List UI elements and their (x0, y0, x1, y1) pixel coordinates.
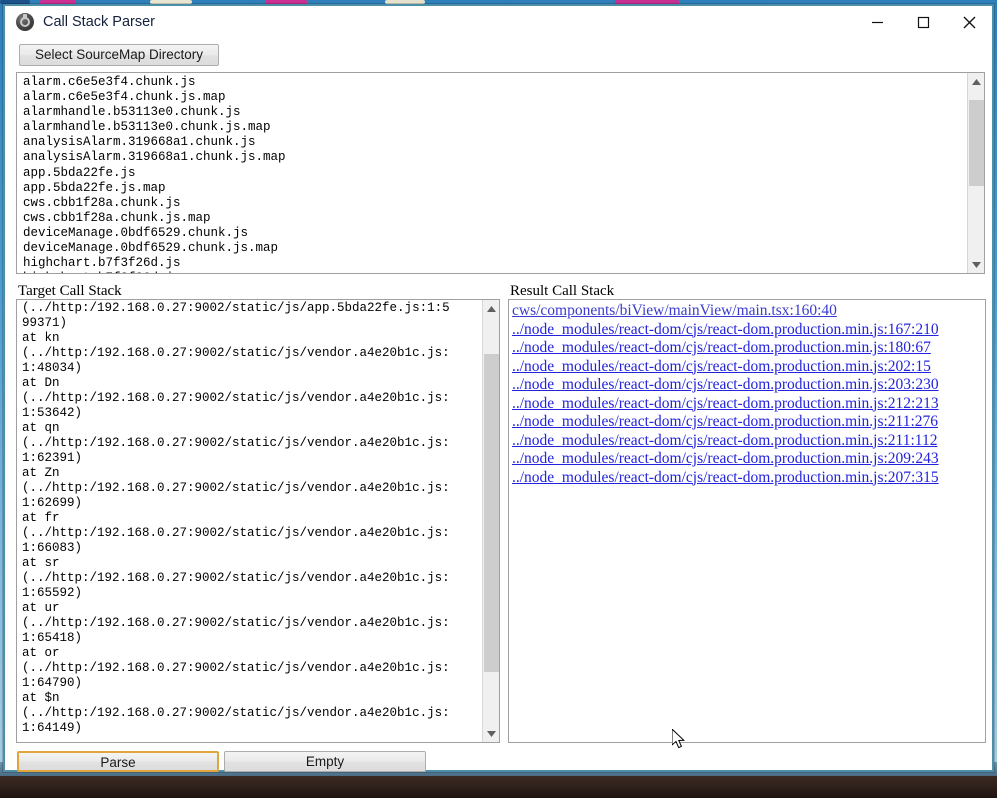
file-list-item[interactable]: cws.cbb1f28a.chunk.js (23, 196, 967, 211)
call-stack-line: (../http:/192.168.0.27:9002/static/js/ve… (22, 346, 450, 360)
call-stack-line: at kn (22, 331, 60, 345)
call-stack-line: (../http:/192.168.0.27:9002/static/js/ve… (22, 571, 450, 585)
file-list-item[interactable]: analysisAlarm.319668a1.chunk.js.map (23, 150, 967, 165)
call-stack-line: 1:64790) (22, 676, 83, 690)
call-stack-line: 1:48034) (22, 361, 83, 375)
call-stack-line: (../http:/192.168.0.27:9002/static/js/ap… (22, 301, 450, 315)
minimize-icon[interactable] (854, 6, 900, 38)
scroll-up-icon[interactable] (968, 73, 984, 90)
app-logo-icon (16, 13, 34, 31)
result-call-stack-panel[interactable]: cws/components/biView/mainView/main.tsx:… (508, 299, 986, 743)
result-call-stack-link[interactable]: ../node_modules/react-dom/cjs/react-dom.… (512, 432, 985, 451)
result-call-stack-link[interactable]: ../node_modules/react-dom/cjs/react-dom.… (512, 413, 985, 432)
footer-actions: Parse Empty (5, 746, 992, 772)
window-title: Call Stack Parser (43, 14, 156, 30)
target-call-stack-panel[interactable]: (../http:/192.168.0.27:9002/static/js/ap… (16, 299, 500, 743)
call-stack-line: 1:66083) (22, 541, 83, 555)
result-call-stack-link[interactable]: ../node_modules/react-dom/cjs/react-dom.… (512, 321, 985, 340)
result-call-stack-link[interactable]: ../node_modules/react-dom/cjs/react-dom.… (512, 358, 985, 377)
result-call-stack-label: Result Call Stack (510, 283, 615, 299)
target-call-stack-label: Target Call Stack (18, 283, 122, 299)
file-list-item[interactable]: app.5bda22fe.js.map (23, 181, 967, 196)
result-call-stack-link[interactable]: ../node_modules/react-dom/cjs/react-dom.… (512, 376, 985, 395)
file-list-item[interactable]: alarmhandle.b53113e0.chunk.js (23, 105, 967, 120)
file-list-scrollbar[interactable] (967, 73, 984, 273)
file-list-scroll-thumb[interactable] (969, 99, 984, 187)
call-stack-line: 1:53642) (22, 406, 83, 420)
call-stack-line: (../http:/192.168.0.27:9002/static/js/ve… (22, 481, 450, 495)
scroll-up-icon[interactable] (483, 300, 499, 317)
file-list-item[interactable]: alarmhandle.b53113e0.chunk.js.map (23, 120, 967, 135)
empty-button[interactable]: Empty (224, 751, 426, 772)
file-list-item[interactable]: deviceManage.0bdf6529.chunk.js.map (23, 241, 967, 256)
call-stack-line: 1:65418) (22, 631, 83, 645)
call-stack-line: 1:62699) (22, 496, 83, 510)
call-stack-line: (../http:/192.168.0.27:9002/static/js/ve… (22, 616, 450, 630)
result-call-stack-link[interactable]: ../node_modules/react-dom/cjs/react-dom.… (512, 469, 985, 488)
file-list-item[interactable]: alarm.c6e5e3f4.chunk.js.map (23, 90, 967, 105)
application-window: Call Stack Parser Select SourceMap Direc… (3, 4, 994, 772)
file-list-item[interactable]: analysisAlarm.319668a1.chunk.js (23, 135, 967, 150)
call-stack-line: at Dn (22, 376, 60, 390)
call-stack-line: at sr (22, 556, 60, 570)
result-call-stack-link[interactable]: ../node_modules/react-dom/cjs/react-dom.… (512, 395, 985, 414)
scroll-down-icon[interactable] (483, 725, 499, 742)
file-list-item[interactable]: alarm.c6e5e3f4.chunk.js (23, 75, 967, 90)
file-list-item[interactable]: deviceManage.0bdf6529.chunk.js (23, 226, 967, 241)
toolbar: Select SourceMap Directory (5, 38, 992, 71)
scroll-down-icon[interactable] (968, 256, 984, 273)
sourcemap-file-list-content: alarm.c6e5e3f4.chunk.js alarm.c6e5e3f4.ch… (17, 73, 967, 273)
file-list-item[interactable]: app.5bda22fe.js (23, 166, 967, 181)
close-icon[interactable] (946, 6, 992, 38)
call-stack-line: (../http:/192.168.0.27:9002/static/js/ve… (22, 706, 450, 720)
sourcemap-file-list[interactable]: alarm.c6e5e3f4.chunk.js alarm.c6e5e3f4.ch… (16, 72, 985, 274)
target-scroll-thumb[interactable] (484, 353, 499, 672)
call-stack-line: at fr (22, 511, 60, 525)
call-stack-line: at qn (22, 421, 60, 435)
call-stack-line: 1:64149) (22, 721, 83, 735)
file-list-item[interactable]: cws.cbb1f28a.chunk.js.map (23, 211, 967, 226)
result-call-stack-link[interactable]: ../node_modules/react-dom/cjs/react-dom.… (512, 450, 985, 469)
title-bar: Call Stack Parser (5, 6, 992, 38)
window-controls (854, 6, 992, 38)
wallpaper-bottom-band (0, 776, 997, 798)
parse-button[interactable]: Parse (17, 751, 219, 772)
call-stack-line: (../http:/192.168.0.27:9002/static/js/ve… (22, 526, 450, 540)
target-call-stack-text[interactable]: (../http:/192.168.0.27:9002/static/js/ap… (17, 300, 482, 742)
file-list-item[interactable]: highchart.b7f3f26d.js (23, 256, 967, 271)
call-stack-line: 99371) (22, 316, 68, 330)
call-stack-line: at $n (22, 691, 60, 705)
result-call-stack-link[interactable]: ../node_modules/react-dom/cjs/react-dom.… (512, 339, 985, 358)
target-call-stack-scrollbar[interactable] (482, 300, 499, 742)
maximize-icon[interactable] (900, 6, 946, 38)
call-stack-line: at or (22, 646, 60, 660)
call-stack-line: at ur (22, 601, 60, 615)
file-list-item[interactable]: highchart.b7f3f26d.js.map (23, 271, 967, 273)
call-stack-line: at Zn (22, 466, 60, 480)
select-sourcemap-directory-button[interactable]: Select SourceMap Directory (19, 44, 219, 66)
call-stack-line: (../http:/192.168.0.27:9002/static/js/ve… (22, 436, 450, 450)
call-stack-line: (../http:/192.168.0.27:9002/static/js/ve… (22, 391, 450, 405)
call-stack-line: 1:65592) (22, 586, 83, 600)
result-call-stack-link[interactable]: cws/components/biView/mainView/main.tsx:… (512, 302, 985, 321)
call-stack-line: 1:62391) (22, 451, 83, 465)
call-stack-line: (../http:/192.168.0.27:9002/static/js/ve… (22, 661, 450, 675)
